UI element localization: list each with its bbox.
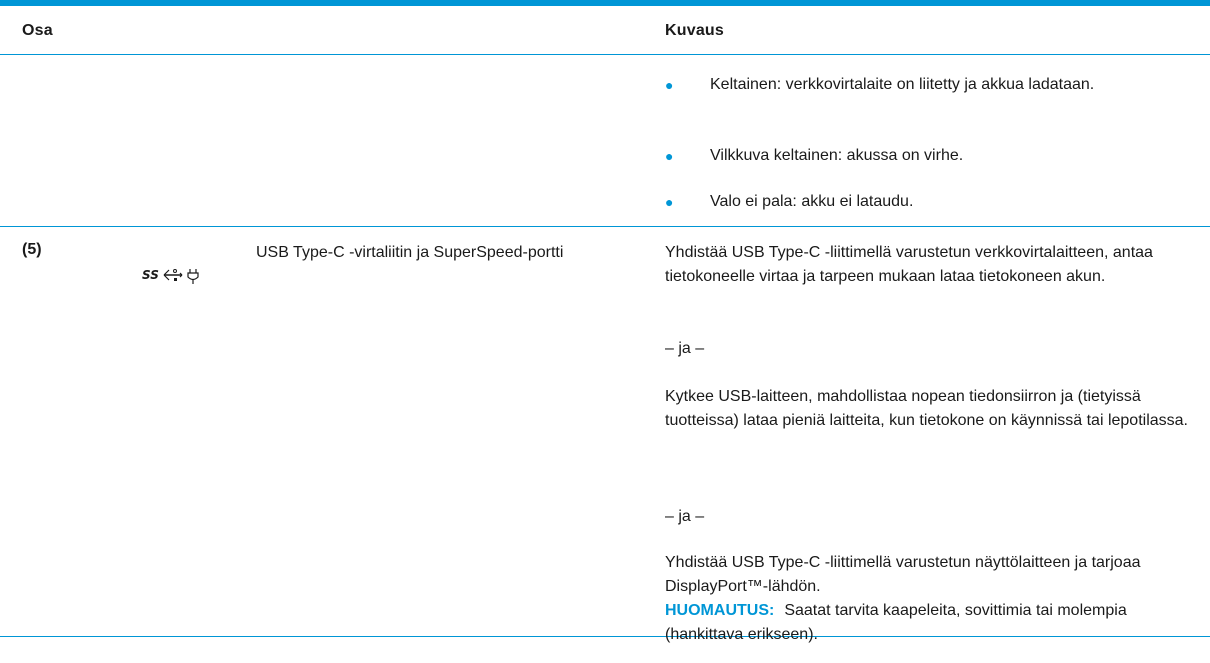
table-row-continued: ● Keltainen: verkkovirtalaite on liitett…: [0, 55, 1210, 227]
table-row-5: (5) SS USB Type-C -virtaliitin ja SuperS…: [0, 227, 1210, 643]
component-number: (5): [22, 241, 42, 258]
svg-text:SS: SS: [142, 268, 159, 282]
bullet-text: Vilkkuva keltainen: akussa on virhe.: [710, 147, 964, 164]
usb-superspeed-power-icon: SS: [142, 263, 206, 287]
header-osa: Osa: [22, 22, 53, 39]
note-block: HUOMAUTUS: Saatat tarvita kaapeleita, sov…: [665, 599, 1195, 647]
bullet-icon: ●: [665, 148, 674, 164]
bullet-icon: ●: [665, 77, 674, 93]
description-separator: – ja –: [665, 508, 705, 525]
header-kuvaus: Kuvaus: [665, 22, 724, 39]
description-paragraph: Yhdistää USB Type-C -liittimellä varuste…: [665, 554, 1141, 595]
table-header-row: Osa Kuvaus: [0, 6, 1210, 55]
bullet-icon: ●: [665, 194, 674, 210]
note-label: HUOMAUTUS:: [665, 602, 775, 619]
bullet-text: Valo ei pala: akku ei lataudu.: [710, 193, 914, 210]
bullet-text: Keltainen: verkkovirtalaite on liitetty …: [710, 76, 1095, 93]
description-separator: – ja –: [665, 340, 705, 357]
description-paragraph: Yhdistää USB Type-C -liittimellä varuste…: [665, 244, 1153, 285]
component-name: USB Type-C -virtaliitin ja SuperSpeed-po…: [256, 244, 564, 261]
description-paragraph: Kytkee USB-laitteen, mahdollistaa nopean…: [665, 388, 1188, 429]
